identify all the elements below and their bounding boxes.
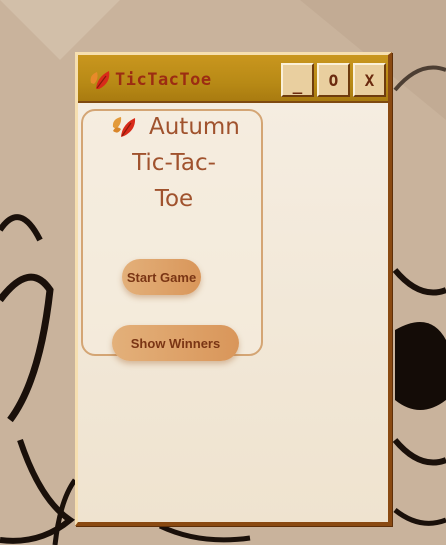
maximize-button[interactable]: O	[317, 63, 350, 97]
menu-panel: Autumn Tic-Tac- Toe Start Game Show Winn…	[81, 109, 265, 361]
window-content: Autumn Tic-Tac- Toe Start Game Show Winn…	[78, 103, 388, 522]
heading-line-1: Autumn	[149, 114, 240, 140]
show-winners-button[interactable]: Show Winners	[112, 325, 239, 361]
title-bar[interactable]: TicTacToe _ O X	[78, 55, 388, 103]
minimize-button[interactable]: _	[281, 63, 314, 97]
heading-line-3: Toe	[154, 186, 194, 212]
close-button[interactable]: X	[353, 63, 386, 97]
window-title: TicTacToe	[115, 70, 212, 90]
app-window: TicTacToe _ O X Autumn Tic-Tac- Toe Star…	[75, 52, 392, 526]
autumn-leaf-icon	[90, 71, 110, 89]
heading-line-2: Tic-Tac-	[132, 150, 216, 176]
start-game-button[interactable]: Start Game	[122, 259, 201, 295]
game-heading: Autumn Tic-Tac- Toe	[83, 114, 265, 212]
